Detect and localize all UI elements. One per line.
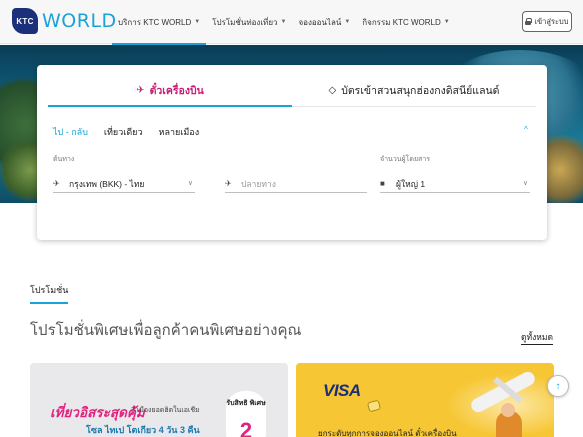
passengers-field[interactable]: ■ ผู้ใหญ่ 1 ∨: [380, 175, 530, 193]
tab-disneyland-tickets[interactable]: ◇ บัตรเข้าสวนสนุกฮ่องกงดิสนีย์แลนด์: [292, 75, 536, 106]
passengers-value: ผู้ใหญ่ 1: [396, 178, 426, 189]
trip-type-one-way[interactable]: เที่ยวเดียว: [104, 125, 143, 139]
nav-item-travel-promotions[interactable]: โปรโมชั่นท่องเที่ยว ▼: [206, 0, 292, 44]
person-icon: ■: [380, 179, 385, 188]
trip-type-multi-city[interactable]: หลายเมือง: [159, 125, 200, 139]
banner-destinations: โซล ไทเป โตเกียว 4 วัน 3 คืน: [86, 425, 200, 435]
nav-item-ktc-world-activities[interactable]: กิจกรรม KTC WORLD ▼: [356, 0, 455, 44]
promotions-tab[interactable]: โปรโมชั่น: [30, 283, 69, 304]
tab-flight-tickets[interactable]: ✈ ตั๋วเครื่องบิน: [48, 75, 292, 107]
chevron-down-icon: ▼: [443, 19, 450, 25]
nav-item-label: กิจกรรม KTC WORLD: [362, 17, 441, 27]
origin-value: กรุงเทพ (BKK) - ไทย: [69, 178, 145, 189]
ktc-world-logo[interactable]: KTC WORLD: [12, 8, 117, 34]
destination-field[interactable]: ✈ ปลายทาง: [225, 175, 367, 193]
see-all-link[interactable]: ดูทั้งหมด: [521, 330, 553, 345]
chevron-down-icon: ▼: [344, 19, 351, 25]
ktc-logo-badge: KTC: [12, 8, 38, 34]
promo-banner-visa[interactable]: VISA ยกระดับทุกการจองออนไลน์ ตั๋วเครื่อง…: [296, 363, 554, 437]
arrow-up-icon: ↑: [555, 380, 561, 392]
promotions-title: โปรโมชั่นพิเศษเพื่อลูกค้าคนพิเศษอย่างคุณ: [30, 322, 302, 339]
main-nav: บริการ KTC WORLD ▼ โปรโมชั่นท่องเที่ยว ▼…: [112, 0, 456, 45]
nav-item-online-booking[interactable]: จองออนไลน์ ▼: [292, 0, 356, 44]
login-label: เข้าสู่ระบบ: [534, 16, 569, 26]
plane-landing-icon: ✈: [225, 179, 232, 188]
top-header: KTC WORLD บริการ KTC WORLD ▼ โปรโมชั่นท่…: [0, 0, 583, 45]
origin-field[interactable]: ✈ กรุงเทพ (BKK) - ไทย ∨: [53, 175, 195, 193]
origin-label: ต้นทาง: [53, 156, 75, 163]
destination-placeholder: ปลายทาง: [241, 178, 276, 189]
banner-badge-text: รับสิทธิ พิเศษ: [226, 400, 266, 407]
passengers-label: จำนวนผู้โดยสาร: [380, 156, 431, 163]
chevron-down-icon: ∨: [522, 180, 528, 187]
logo-wordmark: WORLD: [42, 10, 117, 32]
trip-type-selector: ไป - กลับ เที่ยวเดียว หลายเมือง: [53, 125, 215, 139]
banner-text: ยกระดับทุกการจองออนไลน์ ตั๋วเครื่องบิน: [318, 429, 457, 437]
promo-banner-asia-trip[interactable]: เที่ยวอิสระสุดคุ้ม 3 เมืองยอดฮิตในเอเชีย…: [30, 363, 288, 437]
chevron-down-icon: ▼: [194, 19, 201, 25]
nav-item-ktc-world-services[interactable]: บริการ KTC WORLD ▼: [112, 0, 207, 45]
search-tabs: ✈ ตั๋วเครื่องบิน ◇ บัตรเข้าสวนสนุกฮ่องกง…: [48, 75, 536, 107]
chevron-down-icon: ▼: [280, 19, 287, 25]
login-button[interactable]: เข้าสู่ระบบ: [522, 11, 572, 32]
visa-logo: VISA: [323, 381, 361, 400]
ticket-icon: ◇: [328, 85, 337, 96]
tab-label: ตั๋วเครื่องบิน: [149, 85, 204, 97]
nav-item-label: โปรโมชั่นท่องเที่ยว: [212, 17, 278, 27]
nav-item-label: จองออนไลน์: [298, 17, 342, 27]
scroll-to-top-button[interactable]: ↑: [547, 375, 569, 397]
lock-icon: [525, 18, 533, 25]
flight-search-card: ✈ ตั๋วเครื่องบิน ◇ บัตรเข้าสวนสนุกฮ่องกง…: [37, 65, 547, 240]
plane-takeoff-icon: ✈: [53, 179, 60, 188]
coin-icon: [366, 399, 382, 413]
chevron-down-icon: ∨: [187, 180, 193, 187]
banner-badge-number: 2: [239, 418, 253, 437]
tab-label: บัตรเข้าสวนสนุกฮ่องกงดิสนีย์แลนด์: [341, 85, 500, 97]
banner-subtitle: 3 เมืองยอดฮิตในเอเชีย: [131, 407, 200, 414]
chevron-up-icon[interactable]: ^: [524, 125, 528, 134]
plane-ticket-icon: ✈: [136, 85, 145, 96]
nav-item-label: บริการ KTC WORLD: [118, 17, 192, 27]
trip-type-round-trip[interactable]: ไป - กลับ: [53, 125, 88, 139]
